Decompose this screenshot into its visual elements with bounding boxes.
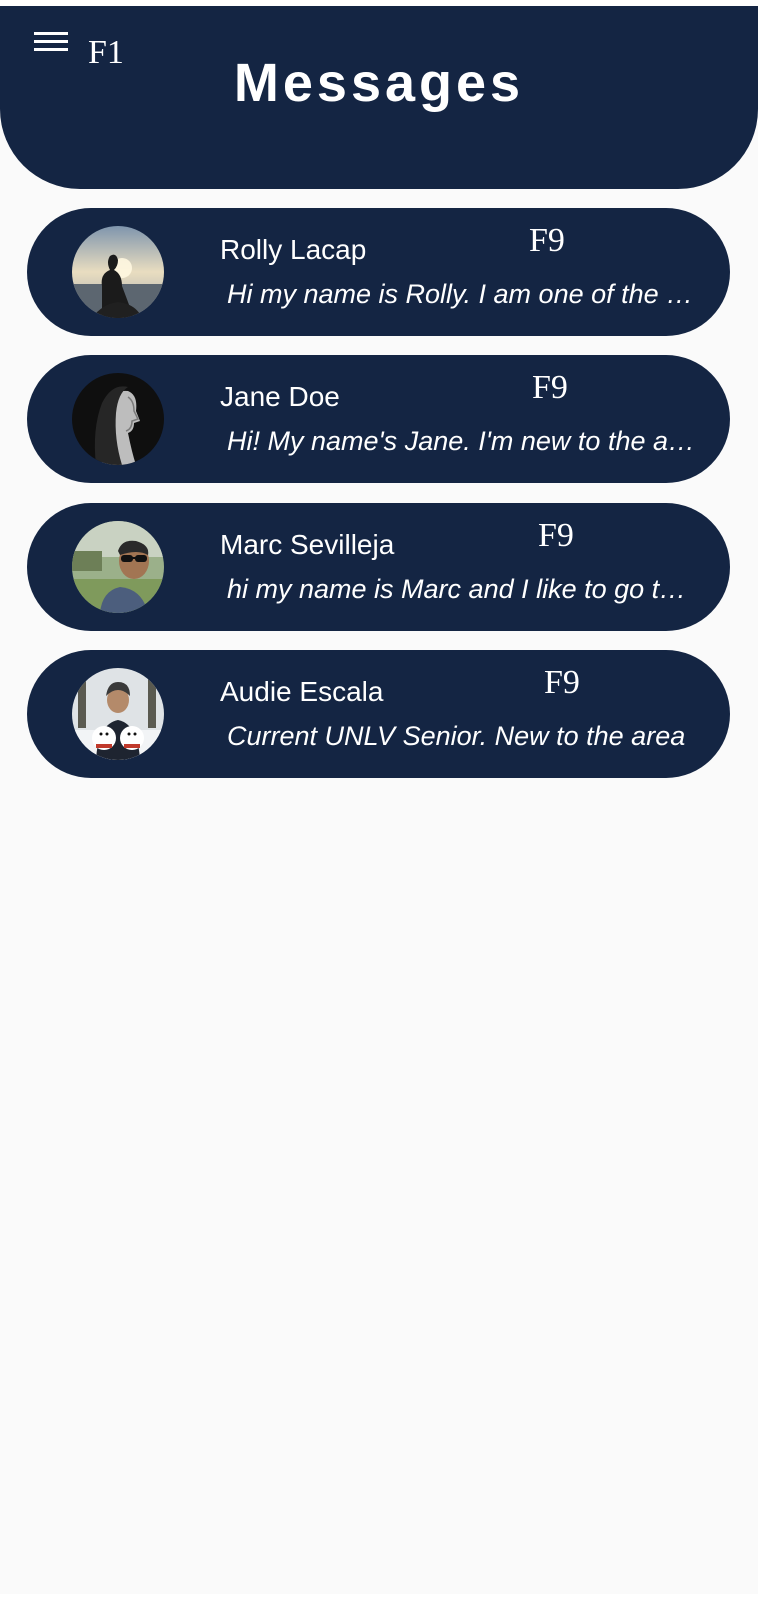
conversation-marker-label: F9 bbox=[538, 517, 574, 554]
conversation-item[interactable]: Rolly Lacap Hi my name is Rolly. I am on… bbox=[27, 208, 730, 336]
avatar-photo-silhouette-sunset-icon bbox=[72, 226, 164, 318]
message-preview: Hi! My name's Jane. I'm new to the area bbox=[227, 427, 697, 456]
conversation-marker-label: F9 bbox=[544, 664, 580, 701]
avatar-photo-woman-profile-icon bbox=[72, 373, 164, 465]
contact-name: Jane Doe bbox=[220, 381, 340, 412]
conversation-marker-label: F9 bbox=[529, 222, 565, 259]
conversation-item[interactable]: Marc Sevilleja hi my name is Marc and I … bbox=[27, 503, 730, 631]
menu-icon-bar bbox=[34, 32, 68, 35]
contact-name: Marc Sevilleja bbox=[220, 529, 395, 560]
menu-icon-bar bbox=[34, 40, 68, 43]
messages-screen: F1 Messages Rolly Lacap Hi my name is Ro… bbox=[0, 6, 758, 1594]
menu-icon-bar bbox=[34, 48, 68, 51]
avatar bbox=[72, 373, 164, 465]
page-title: Messages bbox=[233, 53, 525, 113]
avatar bbox=[72, 521, 164, 613]
menu-button[interactable] bbox=[34, 30, 68, 56]
avatar bbox=[72, 668, 164, 760]
avatar-photo-man-sunglasses-icon bbox=[72, 521, 164, 613]
avatar-photo-man-with-dogs-icon bbox=[72, 668, 164, 760]
conversation-item[interactable]: Audie Escala Current UNLV Senior. New to… bbox=[27, 650, 730, 778]
conversation-item[interactable]: Jane Doe Hi! My name's Jane. I'm new to … bbox=[27, 355, 730, 483]
avatar bbox=[72, 226, 164, 318]
contact-name: Rolly Lacap bbox=[220, 234, 367, 265]
message-preview: hi my name is Marc and I like to go to t… bbox=[227, 575, 697, 604]
message-preview: Current UNLV Senior. New to the area bbox=[227, 722, 686, 751]
contact-name: Audie Escala bbox=[220, 676, 384, 707]
app-header: F1 Messages bbox=[0, 6, 758, 189]
message-preview: Hi my name is Rolly. I am one of the cre… bbox=[227, 280, 697, 309]
conversation-marker-label: F9 bbox=[532, 369, 568, 406]
